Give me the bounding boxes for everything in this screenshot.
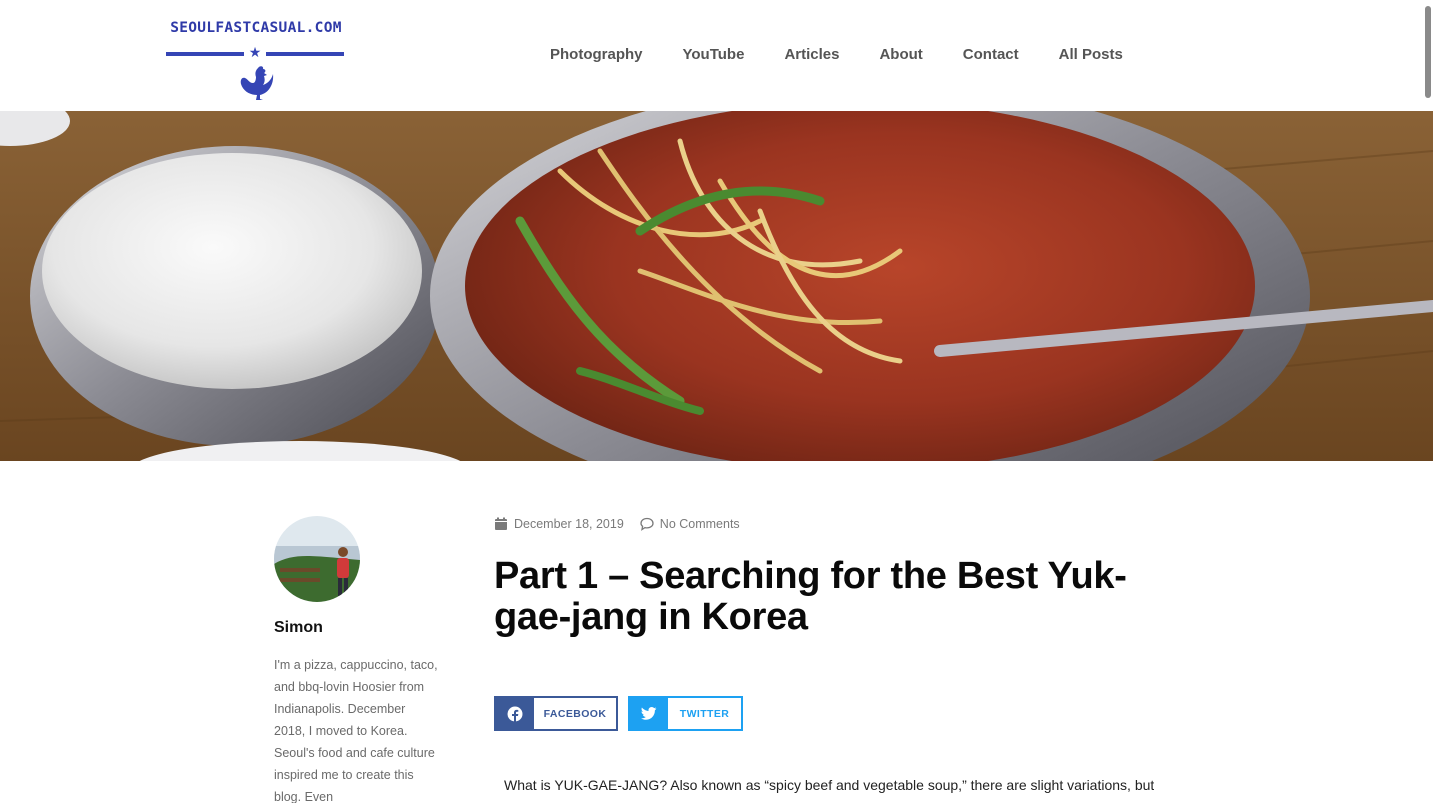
post-comments-text: No Comments xyxy=(659,517,740,531)
post-title: Part 1 – Searching for the Best Yuk-gae-… xyxy=(494,555,1127,638)
facebook-icon xyxy=(496,698,534,729)
calendar-icon xyxy=(495,517,507,530)
chicken-icon xyxy=(240,66,274,100)
nav-contact[interactable]: Contact xyxy=(963,46,1019,66)
twitter-share-label: TWITTER xyxy=(679,707,730,720)
author-name[interactable]: Simon xyxy=(274,619,323,637)
facebook-share-label: FACEBOOK xyxy=(543,707,607,720)
author-avatar[interactable] xyxy=(274,516,360,602)
logo-text: SEOULFASTCASUAL.COM xyxy=(170,20,342,36)
main-nav: Photography YouTube Articles About Conta… xyxy=(550,46,1123,66)
author-photo xyxy=(274,516,360,602)
star-icon: ★ xyxy=(248,44,262,60)
post-meta: December 18, 2019 No Comments xyxy=(494,517,756,531)
nav-articles[interactable]: Articles xyxy=(784,46,839,66)
twitter-icon xyxy=(630,698,668,729)
nav-photography[interactable]: Photography xyxy=(550,46,643,66)
logo-divider-left xyxy=(166,52,244,56)
post-date-text: December 18, 2019 xyxy=(514,517,624,531)
twitter-share-button[interactable]: TWITTER xyxy=(628,696,743,731)
hero-photo xyxy=(0,111,1433,461)
post-date[interactable]: December 18, 2019 xyxy=(494,517,624,531)
facebook-share-button[interactable]: FACEBOOK xyxy=(494,696,618,731)
page-scrollbar-thumb[interactable] xyxy=(1425,6,1431,98)
site-header: SEOULFASTCASUAL.COM ★ Photography YouTub… xyxy=(0,0,1433,111)
nav-all-posts[interactable]: All Posts xyxy=(1059,46,1123,66)
post-intro-paragraph: What is YUK-GAE-JANG? Also known as “spi… xyxy=(504,777,1154,793)
nav-about[interactable]: About xyxy=(879,46,922,66)
logo-divider-right xyxy=(266,52,344,56)
site-logo[interactable]: SEOULFASTCASUAL.COM ★ xyxy=(166,14,346,106)
comment-bubble-icon xyxy=(640,517,654,531)
hero-image xyxy=(0,111,1433,461)
author-bio: I'm a pizza, cappuccino, taco, and bbq-l… xyxy=(274,658,438,803)
post-comments[interactable]: No Comments xyxy=(640,517,740,531)
nav-youtube[interactable]: YouTube xyxy=(683,46,745,66)
